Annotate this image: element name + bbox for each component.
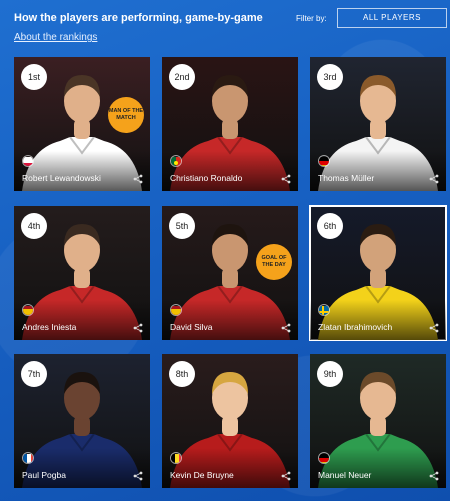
poland-flag-icon xyxy=(22,155,34,167)
name-shade xyxy=(14,300,150,340)
player-name: Zlatan Ibrahimovich xyxy=(318,322,393,332)
player-card[interactable]: 1st MAN OF THE MATCH Robert Lewandowski xyxy=(14,57,150,191)
rank-badge: 5th xyxy=(169,213,195,239)
filter-dropdown[interactable]: ALL PLAYERS xyxy=(337,8,447,28)
filter-label: Filter by: xyxy=(296,14,327,23)
share-icon[interactable] xyxy=(133,471,143,481)
rank-badge: 6th xyxy=(317,213,343,239)
name-shade xyxy=(162,448,298,488)
award-badge: MAN OF THE MATCH xyxy=(108,97,144,133)
player-name: Christiano Ronaldo xyxy=(170,173,243,183)
name-shade xyxy=(14,151,150,191)
player-card[interactable]: 9th Manuel Neuer xyxy=(310,354,446,488)
share-icon[interactable] xyxy=(429,323,439,333)
player-name: Kevin De Bruyne xyxy=(170,470,234,480)
france-flag-icon xyxy=(22,452,34,464)
name-shade xyxy=(310,151,446,191)
share-icon[interactable] xyxy=(133,323,143,333)
rank-badge: 3rd xyxy=(317,64,343,90)
player-card[interactable]: 6th Zlatan Ibrahimovich xyxy=(309,205,447,341)
name-shade xyxy=(14,448,150,488)
name-shade xyxy=(162,300,298,340)
header: How the players are performing, game-by-… xyxy=(14,8,447,43)
portugal-flag-icon xyxy=(170,155,182,167)
player-card[interactable]: 7th Paul Pogba xyxy=(14,354,150,488)
rank-badge: 1st xyxy=(21,64,47,90)
player-card[interactable]: 4th Andres Iniesta xyxy=(14,206,150,340)
rank-badge: 7th xyxy=(21,361,47,387)
share-icon[interactable] xyxy=(281,174,291,184)
germany-flag-icon xyxy=(318,452,330,464)
player-name: Paul Pogba xyxy=(22,470,66,480)
rank-badge: 8th xyxy=(169,361,195,387)
player-name: Robert Lewandowski xyxy=(22,173,101,183)
player-name: Thomas Müller xyxy=(318,173,375,183)
germany-flag-icon xyxy=(318,155,330,167)
spain-flag-icon xyxy=(22,304,34,316)
player-name: Manuel Neuer xyxy=(318,470,372,480)
player-card[interactable]: 2nd Christiano Ronaldo xyxy=(162,57,298,191)
player-card[interactable]: 3rd Thomas Müller xyxy=(310,57,446,191)
name-shade xyxy=(310,448,446,488)
share-icon[interactable] xyxy=(429,471,439,481)
page-title: How the players are performing, game-by-… xyxy=(14,12,263,24)
rank-badge: 9th xyxy=(317,361,343,387)
share-icon[interactable] xyxy=(281,471,291,481)
spain-flag-icon xyxy=(170,304,182,316)
player-card[interactable]: 8th Kevin De Bruyne xyxy=(162,354,298,488)
about-rankings-link[interactable]: About the rankings xyxy=(14,32,97,43)
share-icon[interactable] xyxy=(281,323,291,333)
belgium-flag-icon xyxy=(170,452,182,464)
rank-badge: 4th xyxy=(21,213,47,239)
player-card[interactable]: 5th GOAL OF THE DAY David Silva xyxy=(162,206,298,340)
name-shade xyxy=(162,151,298,191)
share-icon[interactable] xyxy=(429,174,439,184)
player-name: Andres Iniesta xyxy=(22,322,77,332)
sweden-flag-icon xyxy=(318,304,330,316)
player-name: David Silva xyxy=(170,322,213,332)
rank-badge: 2nd xyxy=(169,64,195,90)
award-badge: GOAL OF THE DAY xyxy=(256,244,292,280)
share-icon[interactable] xyxy=(133,174,143,184)
name-shade xyxy=(310,300,446,340)
